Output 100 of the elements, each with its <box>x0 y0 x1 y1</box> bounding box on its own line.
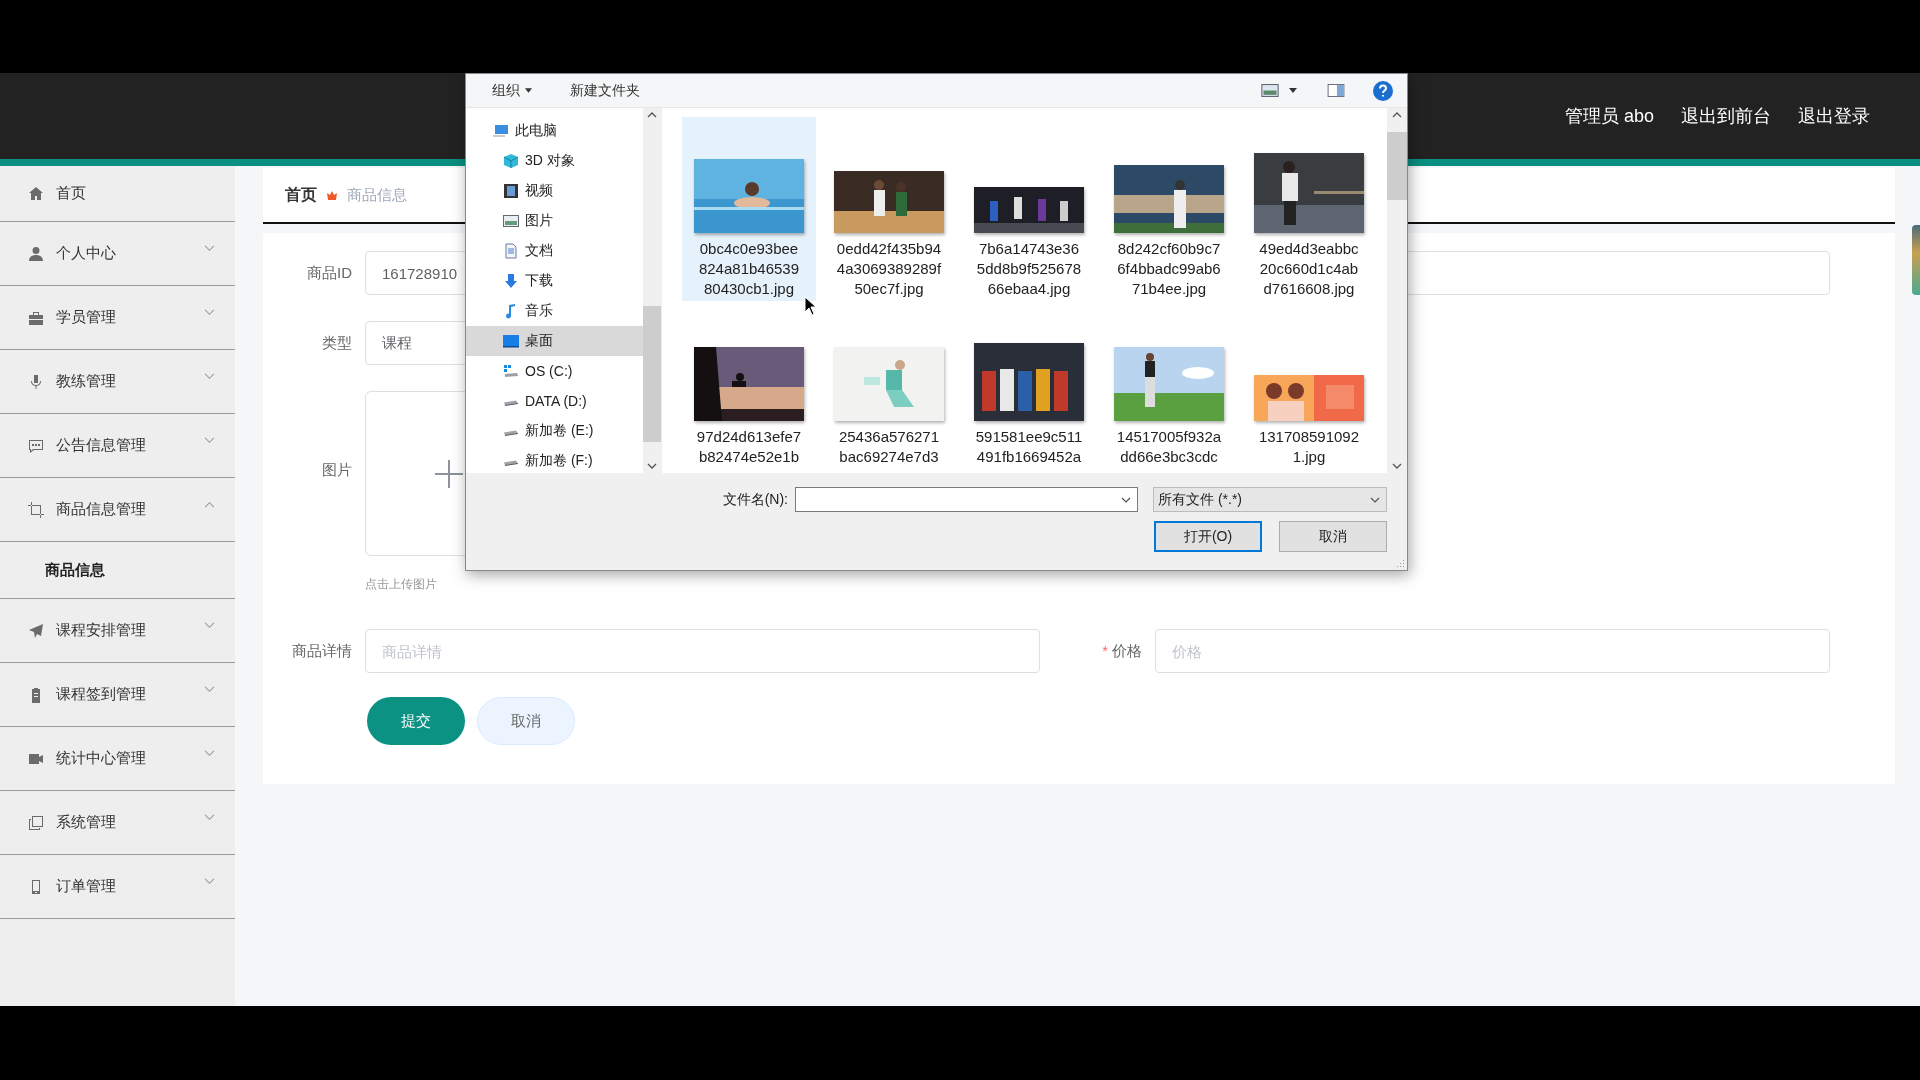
paper-plane-icon <box>28 622 44 639</box>
scrollbar[interactable] <box>643 108 661 473</box>
drive-icon <box>503 429 519 437</box>
scroll-down-icon[interactable] <box>1392 463 1402 469</box>
plus-icon <box>435 459 463 488</box>
details-field[interactable]: 商品详情 <box>365 629 1040 673</box>
sidebar-item[interactable]: 个人中心 <box>0 222 235 286</box>
cancel-button[interactable]: 取消 <box>1279 521 1387 552</box>
sidebar-item[interactable]: 商品信息管理 <box>0 478 235 542</box>
nav-item[interactable]: 视频 <box>466 176 643 206</box>
sidebar-item[interactable]: 教练管理 <box>0 350 235 414</box>
file-name: 824a81b46539 <box>698 259 800 279</box>
open-button[interactable]: 打开(O) <box>1154 521 1262 552</box>
cancel-button[interactable]: 取消 <box>477 697 575 745</box>
view-icon[interactable] <box>1261 84 1279 97</box>
file-item[interactable]: 25436a576271 bac69274e7d3 <box>822 305 956 473</box>
upload-hint: 点击上传图片 <box>365 576 438 593</box>
sidebar-item[interactable]: 订单管理 <box>0 855 235 919</box>
sidebar-item[interactable]: 课程安排管理 <box>0 599 235 663</box>
header-link[interactable]: 退出到前台 <box>1681 104 1771 128</box>
cursor-icon <box>804 296 816 316</box>
resize-grip-icon[interactable] <box>1395 558 1405 568</box>
scrollbar-thumb[interactable] <box>643 305 661 442</box>
required-mark: * <box>1102 641 1108 659</box>
chevron-down-icon <box>204 245 215 252</box>
sidebar-item[interactable]: 系统管理 <box>0 791 235 855</box>
document-icon <box>503 243 519 259</box>
submit-button[interactable]: 提交 <box>367 697 465 745</box>
header-link[interactable]: 退出登录 <box>1798 104 1870 128</box>
file-name: 591581ee9c511 <box>975 427 1083 447</box>
field-label: 商品详情 <box>291 641 353 661</box>
drive-icon <box>503 363 519 379</box>
file-item[interactable]: 8d242cf60b9c7 6f4bbadc99ab6 71b4ee.jpg <box>1102 117 1236 301</box>
file-name: 8d242cf60b9c7 <box>1117 239 1221 259</box>
chevron-down-icon <box>204 814 215 821</box>
file-item[interactable]: 49ed4d3eabbc 20c660d1c4ab d7616608.jpg <box>1242 117 1376 301</box>
file-name-field[interactable] <box>795 487 1138 512</box>
nav-item[interactable]: OS (C:) <box>466 356 643 386</box>
chevron-down-icon <box>204 622 215 629</box>
help-icon[interactable] <box>1373 80 1393 101</box>
file-item[interactable]: 0bc4c0e93bee 824a81b46539 80430cb1.jpg <box>682 117 816 301</box>
file-name: 20c660d1c4ab <box>1259 259 1359 279</box>
price-field[interactable]: 价格 <box>1155 629 1830 673</box>
file-item[interactable]: 97d24d613efe7 b82474e52e1b <box>682 305 816 473</box>
download-icon <box>503 273 519 289</box>
drive-icon <box>503 399 519 407</box>
file-name: 25436a576271 <box>838 427 940 447</box>
nav-item[interactable]: 音乐 <box>466 296 643 326</box>
nav-item[interactable]: 新加卷 (F:) <box>466 446 643 473</box>
file-name: b82474e52e1b <box>698 447 800 467</box>
file-name: 66ebaa4.jpg <box>987 279 1071 299</box>
copy-icon <box>28 814 44 831</box>
file-name: 71b4ee.jpg <box>1131 279 1207 299</box>
file-name: dd66e3bc3cdc <box>1120 447 1218 467</box>
file-item[interactable]: 7b6a14743e36 5dd8b9f525678 66ebaa4.jpg <box>962 117 1096 301</box>
chevron-down-icon <box>204 750 215 757</box>
sidebar-item[interactable]: 公告信息管理 <box>0 414 235 478</box>
file-name: 14517005f932a <box>1116 427 1222 447</box>
chevron-down-icon <box>204 878 215 885</box>
crown-icon <box>326 189 338 201</box>
nav-item[interactable]: 3D 对象 <box>466 146 643 176</box>
file-type-select[interactable]: 所有文件 (*.*) <box>1153 487 1387 512</box>
sidebar-item[interactable]: 首页 <box>0 166 235 222</box>
chevron-down-icon <box>204 437 215 444</box>
file-name: 4a3069389289f <box>836 259 942 279</box>
file-name-label: 文件名(N): <box>722 490 788 509</box>
scroll-up-icon[interactable] <box>647 112 657 118</box>
preview-pane-icon[interactable] <box>1327 84 1345 97</box>
nav-item[interactable]: 此电脑 <box>466 116 643 146</box>
file-name: bac69274e7d3 <box>839 447 939 467</box>
nav-item[interactable]: 新加卷 (E:) <box>466 416 643 446</box>
file-item[interactable]: 591581ee9c511 491fb1669452a <box>962 305 1096 473</box>
file-item[interactable]: 14517005f932a dd66e3bc3cdc <box>1102 305 1236 473</box>
new-folder-button[interactable]: 新建文件夹 <box>566 79 644 102</box>
file-item[interactable]: 0edd42f435b94 4a3069389289f 50ec7f.jpg <box>822 117 956 301</box>
sidebar-item[interactable]: 课程签到管理 <box>0 663 235 727</box>
file-item[interactable]: 131708591092 1.jpg <box>1242 305 1376 473</box>
file-name: 131708591092 <box>1258 427 1360 447</box>
file-name: 0bc4c0e93bee <box>699 239 799 259</box>
sidebar-item[interactable]: 学员管理 <box>0 286 235 350</box>
sidebar-item[interactable]: 统计中心管理 <box>0 727 235 791</box>
caret-icon[interactable] <box>1289 88 1297 93</box>
nav-item[interactable]: 下载 <box>466 266 643 296</box>
nav-item[interactable]: 文档 <box>466 236 643 266</box>
nav-item[interactable]: 桌面 <box>466 326 643 356</box>
microphone-icon <box>28 373 44 390</box>
chevron-down-icon <box>1121 496 1131 503</box>
file-name: 491fb1669452a <box>976 447 1082 467</box>
file-name: 1.jpg <box>1292 447 1326 467</box>
nav-item[interactable]: 图片 <box>466 206 643 236</box>
breadcrumb-link[interactable]: 首页 <box>285 184 317 206</box>
sidebar-subitem[interactable]: 商品信息 <box>0 542 235 598</box>
scrollbar-thumb[interactable] <box>1387 131 1407 200</box>
scroll-down-icon[interactable] <box>647 463 657 469</box>
scrollbar[interactable] <box>1387 108 1407 473</box>
computer-icon <box>493 123 509 139</box>
organize-button[interactable]: 组织 <box>488 79 536 102</box>
admin-name: 管理员 abo <box>1564 105 1654 128</box>
scroll-up-icon[interactable] <box>1392 112 1402 118</box>
nav-item[interactable]: DATA (D:) <box>466 386 643 416</box>
